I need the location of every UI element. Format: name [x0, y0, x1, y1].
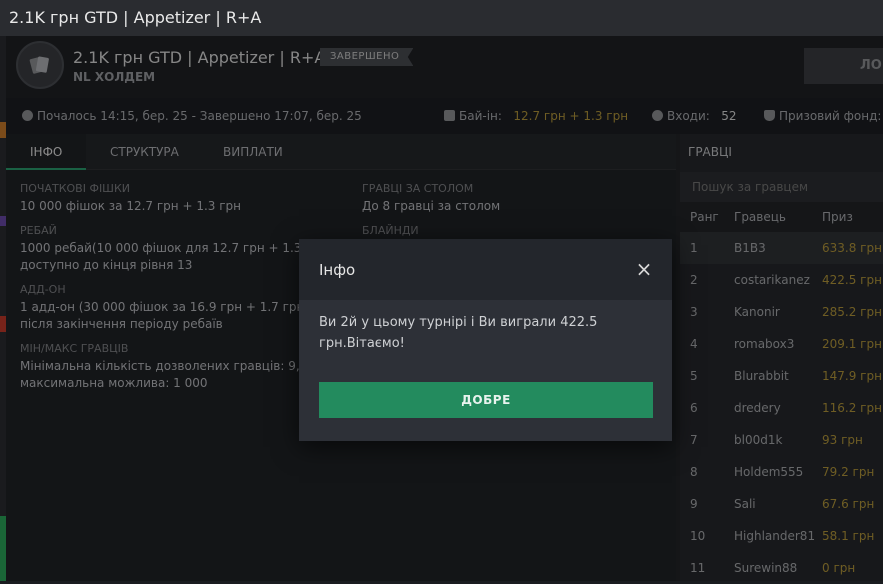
dialog-title: Інфо: [319, 261, 356, 279]
dialog-message: Ви 2й у цьому турнірі і Ви виграли 422.5…: [319, 315, 598, 351]
ok-button[interactable]: ДОБРЕ: [319, 382, 653, 418]
tournament-lobby-window: 2.1K грн GTD | Appetizer | R+A 2.1K грн …: [0, 0, 883, 581]
info-dialog: Інфо × Ви 2й у цьому турнірі і Ви виграл…: [299, 239, 672, 441]
close-icon[interactable]: ×: [634, 259, 654, 279]
dialog-header: Інфо ×: [299, 239, 672, 300]
window-title: 2.1K грн GTD | Appetizer | R+A: [0, 0, 883, 36]
